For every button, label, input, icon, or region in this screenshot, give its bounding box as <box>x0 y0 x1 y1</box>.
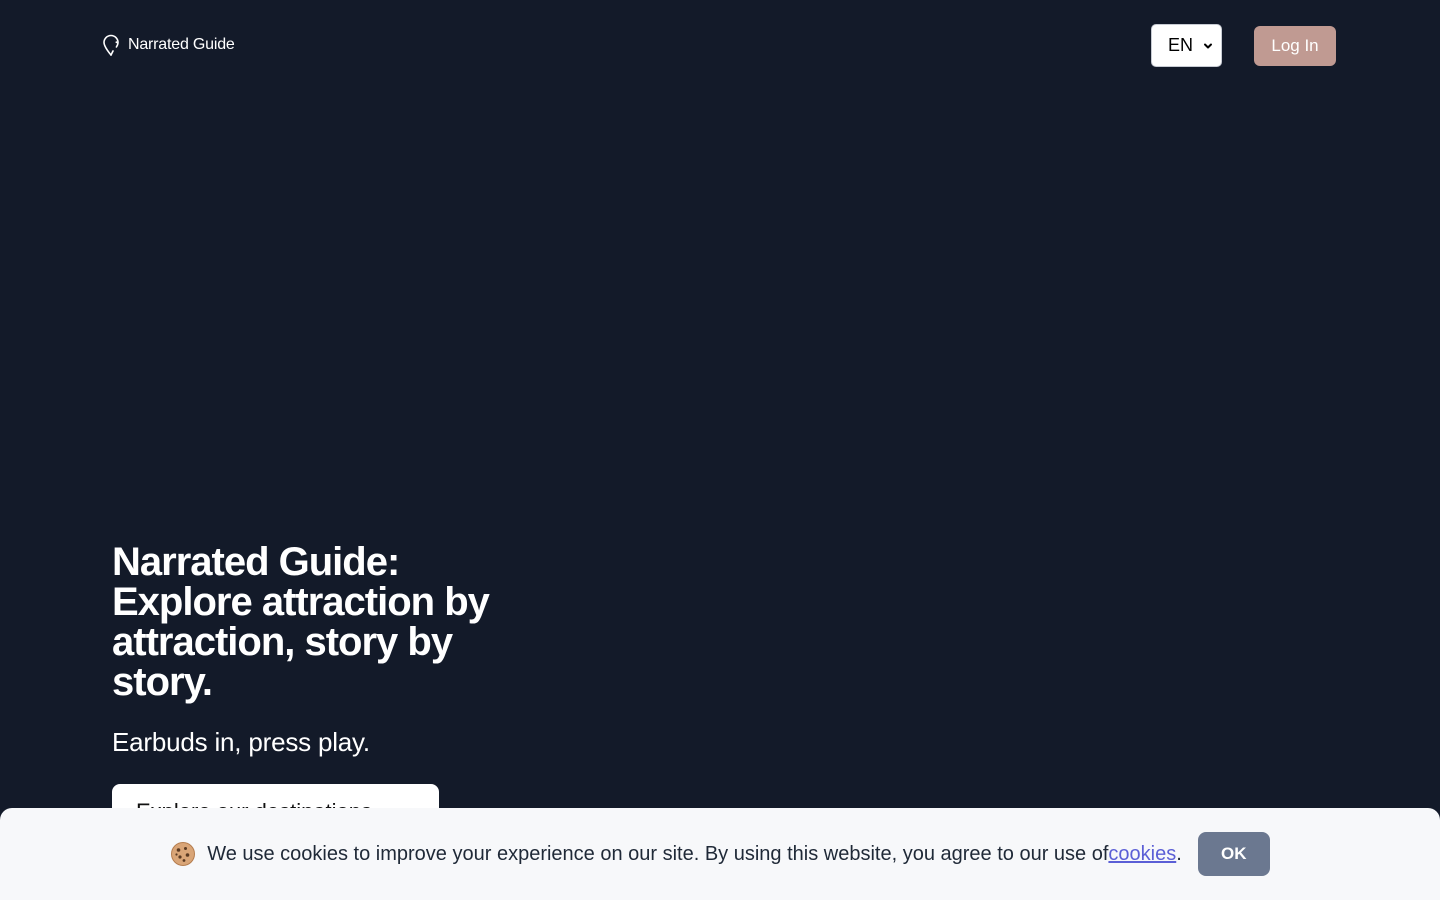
chevron-down-icon <box>1204 43 1212 49</box>
language-selected-value: EN <box>1168 35 1194 55</box>
cookie-banner-content: We use cookies to improve your experienc… <box>170 832 1270 876</box>
hero-title: Narrated Guide: Explore attraction by at… <box>112 540 490 704</box>
page: Narrated Guide EN Log In Narrated Guide:… <box>0 0 1440 900</box>
brand-name: Narrated Guide <box>128 36 235 53</box>
site-header: Narrated Guide EN Log In <box>0 0 1440 90</box>
brand-logo-link[interactable]: Narrated Guide <box>102 34 235 56</box>
login-button[interactable]: Log In <box>1254 26 1336 66</box>
cookie-accept-button[interactable]: OK <box>1197 832 1270 876</box>
cookie-icon <box>170 841 207 867</box>
language-select[interactable]: EN <box>1151 24 1222 67</box>
cookie-banner: We use cookies to improve your experienc… <box>0 808 1440 900</box>
map-pin-icon <box>102 34 120 56</box>
cookie-message: We use cookies to improve your experienc… <box>207 842 1109 865</box>
hero-subtitle: Earbuds in, press play. <box>112 727 370 757</box>
cookies-policy-link[interactable]: cookies <box>1108 843 1176 866</box>
cookie-message-end: . <box>1176 842 1182 865</box>
